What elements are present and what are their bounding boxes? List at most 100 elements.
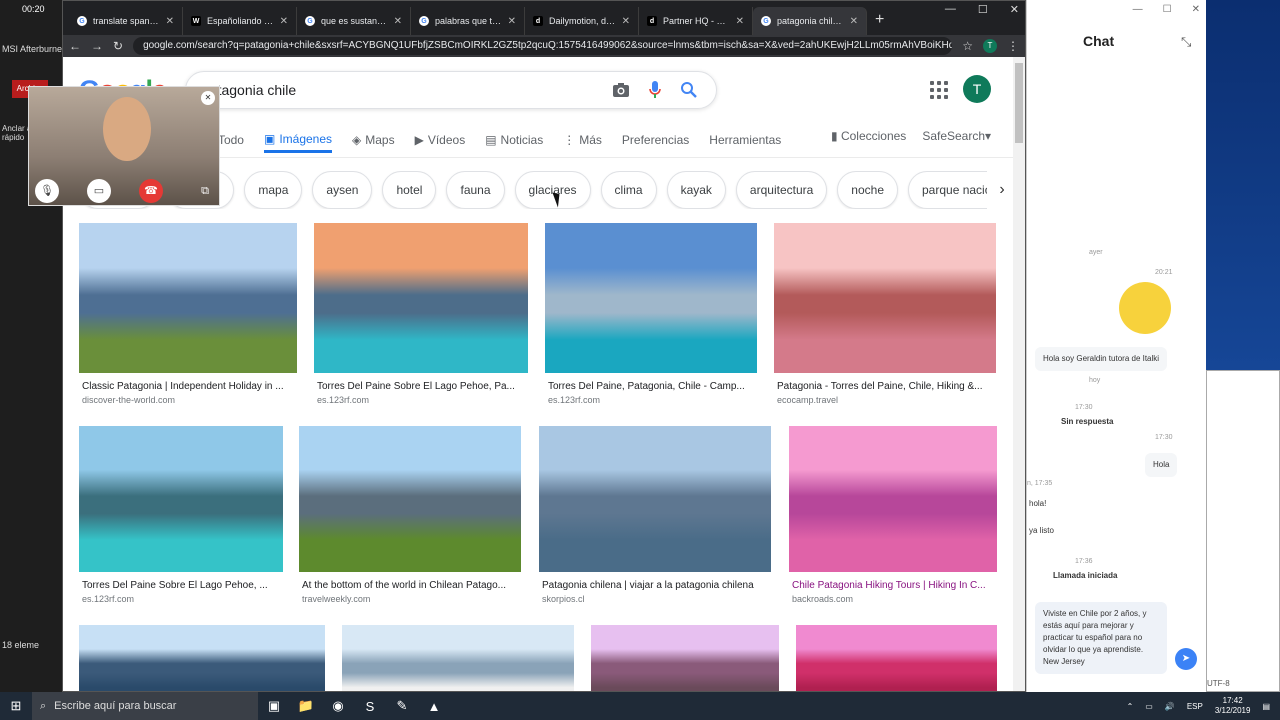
suggestion-chip[interactable]: noche [837,171,898,209]
tab-noticias[interactable]: ▤ Noticias [485,127,543,153]
close-tab-icon[interactable]: ✕ [622,16,630,27]
search-input[interactable] [202,82,598,98]
result-source[interactable]: ecocamp.travel [774,395,996,405]
scrollbar-thumb[interactable] [1015,63,1023,143]
minimize-icon[interactable]: — [945,3,956,16]
notes-app-icon[interactable]: ✎ [386,698,418,714]
result-title[interactable]: Torres Del Paine, Patagonia, Chile - Cam… [545,381,757,392]
page-scrollbar[interactable] [1013,57,1025,691]
address-bar[interactable]: google.com/search?q=patagonia+chile&sxsr… [133,37,953,55]
browser-tab[interactable]: Gpalabras que termin ✕ [411,7,525,35]
image-result[interactable]: Torres Del Paine, Patagonia, Chile - Cam… [545,223,757,405]
close-tab-icon[interactable]: ✕ [736,16,744,27]
browser-tab[interactable]: Gtranslate spanish to ✕ [69,7,183,35]
video-call-window[interactable]: ✕ 🎙 ▭ ☎ ⧉ [28,86,220,206]
chrome-icon[interactable]: ◉ [322,698,354,714]
microphone-icon[interactable]: 🎙 [35,179,59,203]
result-title[interactable]: At the bottom of the world in Chilean Pa… [299,580,521,591]
task-view-icon[interactable]: ▣ [258,698,290,714]
profile-avatar[interactable]: T [983,39,997,53]
image-result[interactable] [796,625,997,691]
menu-icon[interactable]: ⋮ [1007,39,1019,53]
chevron-right-icon[interactable]: › [987,171,1013,209]
image-result[interactable]: Patagonia chilena | viajar a la patagoni… [539,426,771,604]
reload-icon[interactable]: ↻ [113,39,123,53]
image-result[interactable]: Patagonia - Torres del Paine, Chile, Hik… [774,223,996,405]
result-title[interactable]: Patagonia - Torres del Paine, Chile, Hik… [774,381,996,392]
camera-icon[interactable] [610,79,632,101]
hangup-icon[interactable]: ☎ [139,179,163,203]
search-box[interactable] [185,71,717,109]
close-video-icon[interactable]: ✕ [201,91,215,105]
taskbar-search[interactable]: ⌕ Escribe aquí para buscar [32,692,258,720]
close-tab-icon[interactable]: ✕ [280,16,288,27]
result-thumbnail[interactable] [539,426,771,572]
suggestion-chip[interactable]: glaciares [514,171,591,209]
user-avatar[interactable]: T [963,75,991,103]
windows-start-icon[interactable]: ⊞ [0,698,32,714]
suggestion-chip[interactable]: clima [600,171,657,209]
microphone-icon[interactable] [644,79,666,101]
close-icon[interactable]: ✕ [1010,3,1019,16]
search-icon[interactable] [678,79,700,101]
browser-tab[interactable]: Gpatagonia chile - Bu ✕ [753,7,867,35]
close-icon[interactable]: ✕ [1192,4,1200,15]
result-thumbnail[interactable] [796,625,997,691]
language-indicator[interactable]: ESP [1187,702,1203,711]
result-thumbnail[interactable] [591,625,779,691]
clock[interactable]: 17:42 3/12/2019 [1215,696,1251,715]
suggestion-chip[interactable]: mapa [244,171,303,209]
result-source[interactable]: discover-the-world.com [79,395,297,405]
result-source[interactable]: skorpios.cl [539,594,771,604]
result-thumbnail[interactable] [774,223,996,373]
suggestion-chip[interactable]: arquitectura [735,171,828,209]
maximize-icon[interactable]: ☐ [1163,4,1172,15]
close-tab-icon[interactable]: ✕ [166,16,174,27]
image-result[interactable] [591,625,779,691]
suggestion-chip[interactable]: kayak [666,171,726,209]
result-thumbnail[interactable] [79,625,325,691]
browser-tab[interactable]: Gque es sustantivo - ✕ [297,7,411,35]
image-result[interactable] [342,625,574,691]
result-source[interactable]: es.123rf.com [314,395,528,405]
browser-tab[interactable]: d Partner HQ - Dailym ✕ [639,7,753,35]
result-title[interactable]: Torres Del Paine Sobre El Lago Pehoe, ..… [79,580,283,591]
tab-maps[interactable]: ◈ Maps [352,127,395,153]
notifications-icon[interactable]: ▤ [1262,702,1270,711]
file-explorer-icon[interactable]: 📁 [290,698,322,714]
tray-expand-icon[interactable]: ⌃ [1127,702,1134,711]
result-source[interactable]: backroads.com [789,594,997,604]
result-source[interactable]: travelweekly.com [299,594,521,604]
expand-icon[interactable]: ⤡ [1181,34,1191,50]
apps-grid-icon[interactable] [930,81,948,99]
tab-imágenes[interactable]: ▣ Imágenes [263,127,333,153]
result-thumbnail[interactable] [789,426,997,572]
result-title[interactable]: Torres Del Paine Sobre El Lago Pehoe, Pa… [314,381,528,392]
image-result[interactable]: Torres Del Paine Sobre El Lago Pehoe, ..… [79,426,283,604]
result-thumbnail[interactable] [79,426,283,572]
browser-tab[interactable]: d Dailymotion, donde ✕ [525,7,639,35]
volume-icon[interactable]: 🔊 [1165,702,1175,711]
result-thumbnail[interactable] [314,223,528,373]
tab-herramientas[interactable]: Herramientas [709,127,781,153]
close-tab-icon[interactable]: ✕ [394,16,402,27]
draft-message[interactable]: Viviste en Chile por 2 años, y estás aqu… [1035,602,1167,674]
result-thumbnail[interactable] [342,625,574,691]
suggestion-chip[interactable]: hotel [382,171,437,209]
result-source[interactable]: es.123rf.com [545,395,757,405]
msi-afterburner-label[interactable]: MSI Afterburner [2,44,62,54]
skype-icon[interactable]: S [354,699,386,714]
result-title[interactable]: Classic Patagonia | Independent Holiday … [79,381,297,392]
bookmark-star-icon[interactable]: ☆ [962,39,973,53]
suggestion-chip[interactable]: aysen [312,171,373,209]
network-icon[interactable]: ▭ [1145,702,1153,711]
image-result[interactable] [79,625,325,691]
close-tab-icon[interactable]: ✕ [850,16,858,27]
result-thumbnail[interactable] [79,223,297,373]
result-title[interactable]: Chile Patagonia Hiking Tours | Hiking In… [789,580,997,591]
browser-tab[interactable]: W Españoliando con M ✕ [183,7,297,35]
image-result[interactable]: Chile Patagonia Hiking Tours | Hiking In… [789,426,997,604]
result-source[interactable]: es.123rf.com [79,594,283,604]
forward-icon[interactable]: → [91,39,103,53]
photos-app-icon[interactable]: ▲ [418,699,450,714]
